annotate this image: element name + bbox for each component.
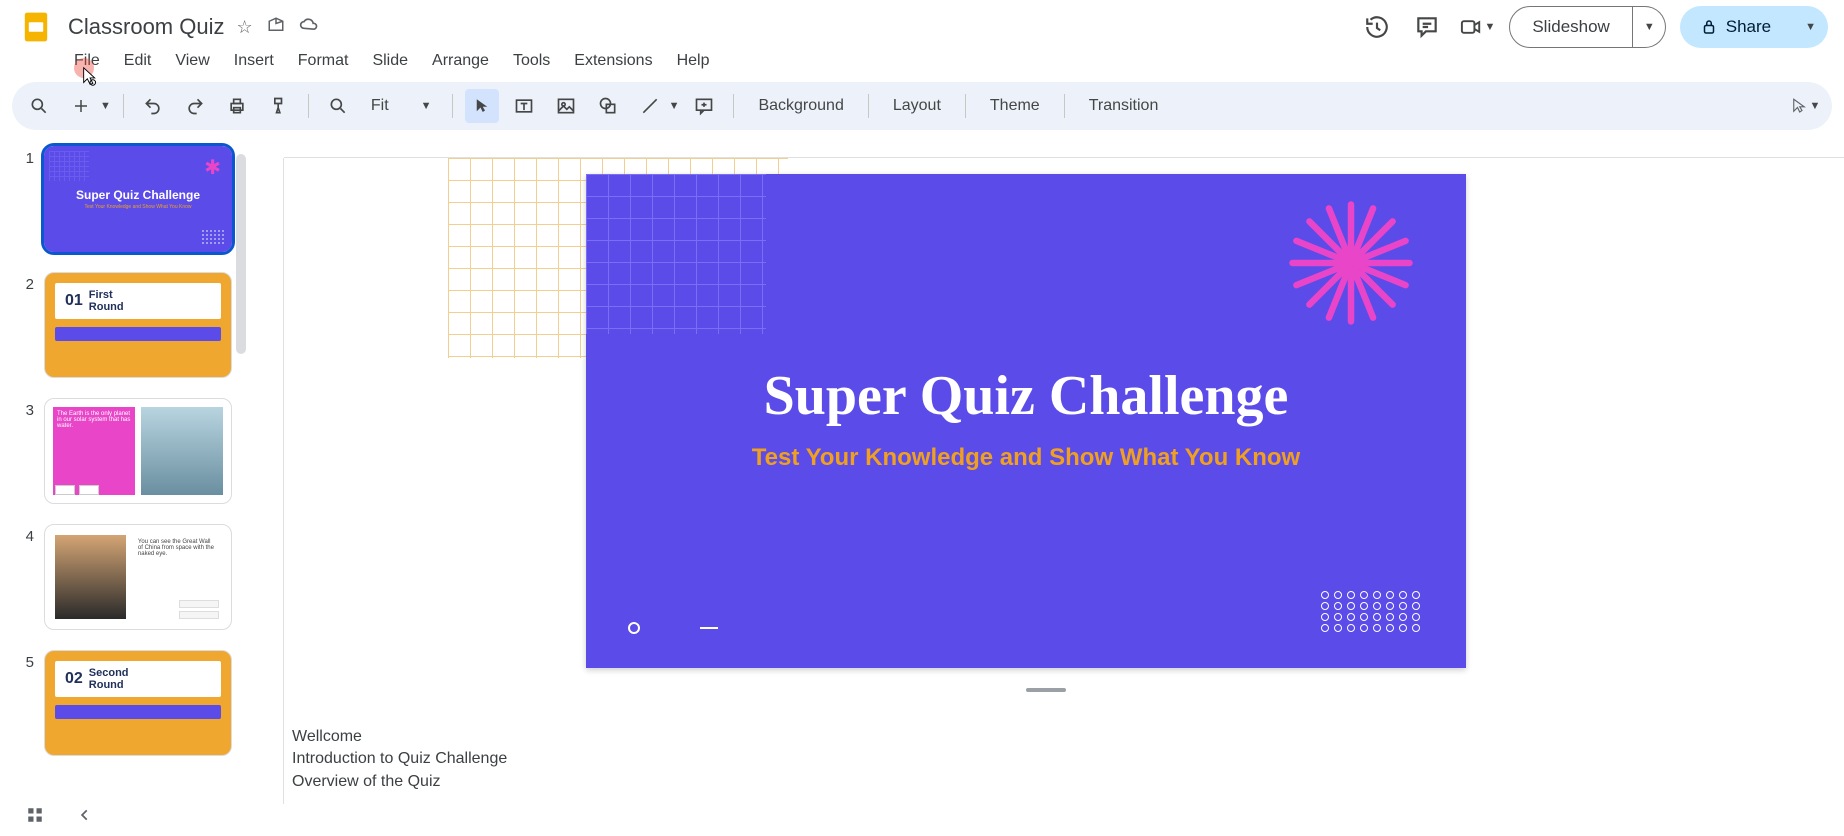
slide-line-decoration [628,622,718,634]
grid-view-icon[interactable] [20,800,50,830]
menu-file[interactable]: File [64,48,110,74]
comment-tool[interactable] [687,89,721,123]
menu-edit[interactable]: Edit [114,48,162,74]
slideshow-dropdown[interactable]: ▼ [1632,6,1666,48]
mode-pointer-icon[interactable]: ▼ [1788,89,1822,123]
zoom-tool-icon[interactable] [321,89,355,123]
slide-thumb-row: 1 ✱ Super Quiz Challenge Test Your Knowl… [20,146,236,252]
filmstrip[interactable]: 1 ✱ Super Quiz Challenge Test Your Knowl… [0,138,248,804]
notes-line: Overview of the Quiz [292,771,1836,793]
slide-subtitle-text[interactable]: Test Your Knowledge and Show What You Kn… [586,444,1466,472]
slide-number: 5 [20,650,34,671]
share-dropdown[interactable]: ▼ [1791,6,1828,48]
canvas-area[interactable]: Super Quiz Challenge Test Your Knowledge… [248,138,1844,804]
image-tool[interactable] [549,89,583,123]
ruler-horizontal[interactable] [284,138,1844,158]
background-button[interactable]: Background [746,91,855,121]
move-icon[interactable] [267,16,285,39]
menu-format[interactable]: Format [288,48,359,74]
separator [868,94,869,118]
new-slide-button[interactable] [64,89,98,123]
paint-format-button[interactable] [262,89,296,123]
shape-tool[interactable] [591,89,625,123]
menu-tools[interactable]: Tools [503,48,560,74]
transition-button[interactable]: Transition [1077,91,1171,121]
theme-button[interactable]: Theme [978,91,1052,121]
slide-number: 3 [20,398,34,419]
line-dropdown[interactable]: ▼ [669,100,680,112]
menu-help[interactable]: Help [667,48,720,74]
title-icons: ☆ [236,15,318,40]
menu-extensions[interactable]: Extensions [564,48,662,74]
share-group: Share ▼ [1680,6,1828,48]
share-label: Share [1726,17,1771,37]
slide-thumb-row: 5 02SecondRound [20,650,236,756]
filmstrip-scrollbar[interactable] [236,154,246,354]
notes-resize-handle[interactable] [1026,688,1066,692]
menu-insert[interactable]: Insert [224,48,284,74]
notes-line: Introduction to Quiz Challenge [292,748,1836,770]
star-icon[interactable]: ☆ [236,17,252,38]
slide-thumb-4[interactable]: You can see the Great Wall of China from… [44,524,232,630]
separator [308,94,309,118]
slide-thumb-1[interactable]: ✱ Super Quiz Challenge Test Your Knowled… [44,146,232,252]
slide-grid-decoration [586,174,766,334]
search-menus-icon[interactable] [22,89,56,123]
line-tool[interactable] [633,89,667,123]
slide-number: 1 [20,146,34,167]
select-tool[interactable] [465,89,499,123]
slide-thumb-5[interactable]: 02SecondRound [44,650,232,756]
separator [123,94,124,118]
menu-view[interactable]: View [165,48,219,74]
present-video-icon[interactable]: ▼ [1459,9,1495,45]
menu-bar: File Edit View Insert Format Slide Arran… [0,48,1844,82]
header-right: ▼ Slideshow ▼ Share ▼ [1359,6,1828,48]
slide-thumb-2[interactable]: 01FirstRound [44,272,232,378]
ruler-corner [248,138,284,158]
menu-arrange[interactable]: Arrange [422,48,499,74]
slide-number: 4 [20,524,34,545]
slide-number: 2 [20,272,34,293]
share-button[interactable]: Share [1680,6,1791,48]
doc-title[interactable]: Classroom Quiz [68,14,224,40]
toolbar: ▼ Fit ▼ ▼ Background Layout Theme Transi… [12,82,1832,130]
caret-down-icon[interactable]: ▼ [1484,21,1495,33]
undo-button[interactable] [136,89,170,123]
separator [452,94,453,118]
slideshow-group: Slideshow ▼ [1509,6,1665,48]
slide-dots-decoration [1321,591,1422,632]
new-slide-dropdown[interactable]: ▼ [100,100,111,112]
cloud-icon[interactable] [299,15,319,40]
redo-button[interactable] [178,89,212,123]
history-icon[interactable] [1359,9,1395,45]
separator [733,94,734,118]
textbox-tool[interactable] [507,89,541,123]
slide-thumb-row: 4 You can see the Great Wall of China fr… [20,524,236,630]
slide-thumb-3[interactable]: The Earth is the only planet in our sola… [44,398,232,504]
slides-logo[interactable] [16,7,56,47]
slide-canvas[interactable]: Super Quiz Challenge Test Your Knowledge… [586,174,1466,668]
slideshow-button[interactable]: Slideshow [1509,6,1633,48]
comments-icon[interactable] [1409,9,1445,45]
title-bar: Classroom Quiz ☆ ▼ Slideshow ▼ Share [0,0,1844,48]
separator [965,94,966,118]
collapse-filmstrip-icon[interactable] [70,800,100,830]
slide-thumb-row: 2 01FirstRound [20,272,236,378]
speaker-notes[interactable]: Wellcome Introduction to Quiz Challenge … [284,714,1844,804]
caret-down-icon: ▼ [421,100,432,112]
separator [1064,94,1065,118]
zoom-value: Fit [371,97,389,115]
slide-thumb-row: 3 The Earth is the only planet in our so… [20,398,236,504]
notes-line: Wellcome [292,726,1836,748]
bottom-bar [20,800,100,830]
starburst-icon [1286,198,1416,328]
zoom-dropdown[interactable]: Fit ▼ [363,93,440,119]
print-button[interactable] [220,89,254,123]
slide-title-text[interactable]: Super Quiz Challenge [586,364,1466,428]
menu-slide[interactable]: Slide [362,48,418,74]
workspace: 1 ✱ Super Quiz Challenge Test Your Knowl… [0,138,1844,804]
ruler-vertical[interactable] [248,158,284,804]
layout-button[interactable]: Layout [881,91,953,121]
